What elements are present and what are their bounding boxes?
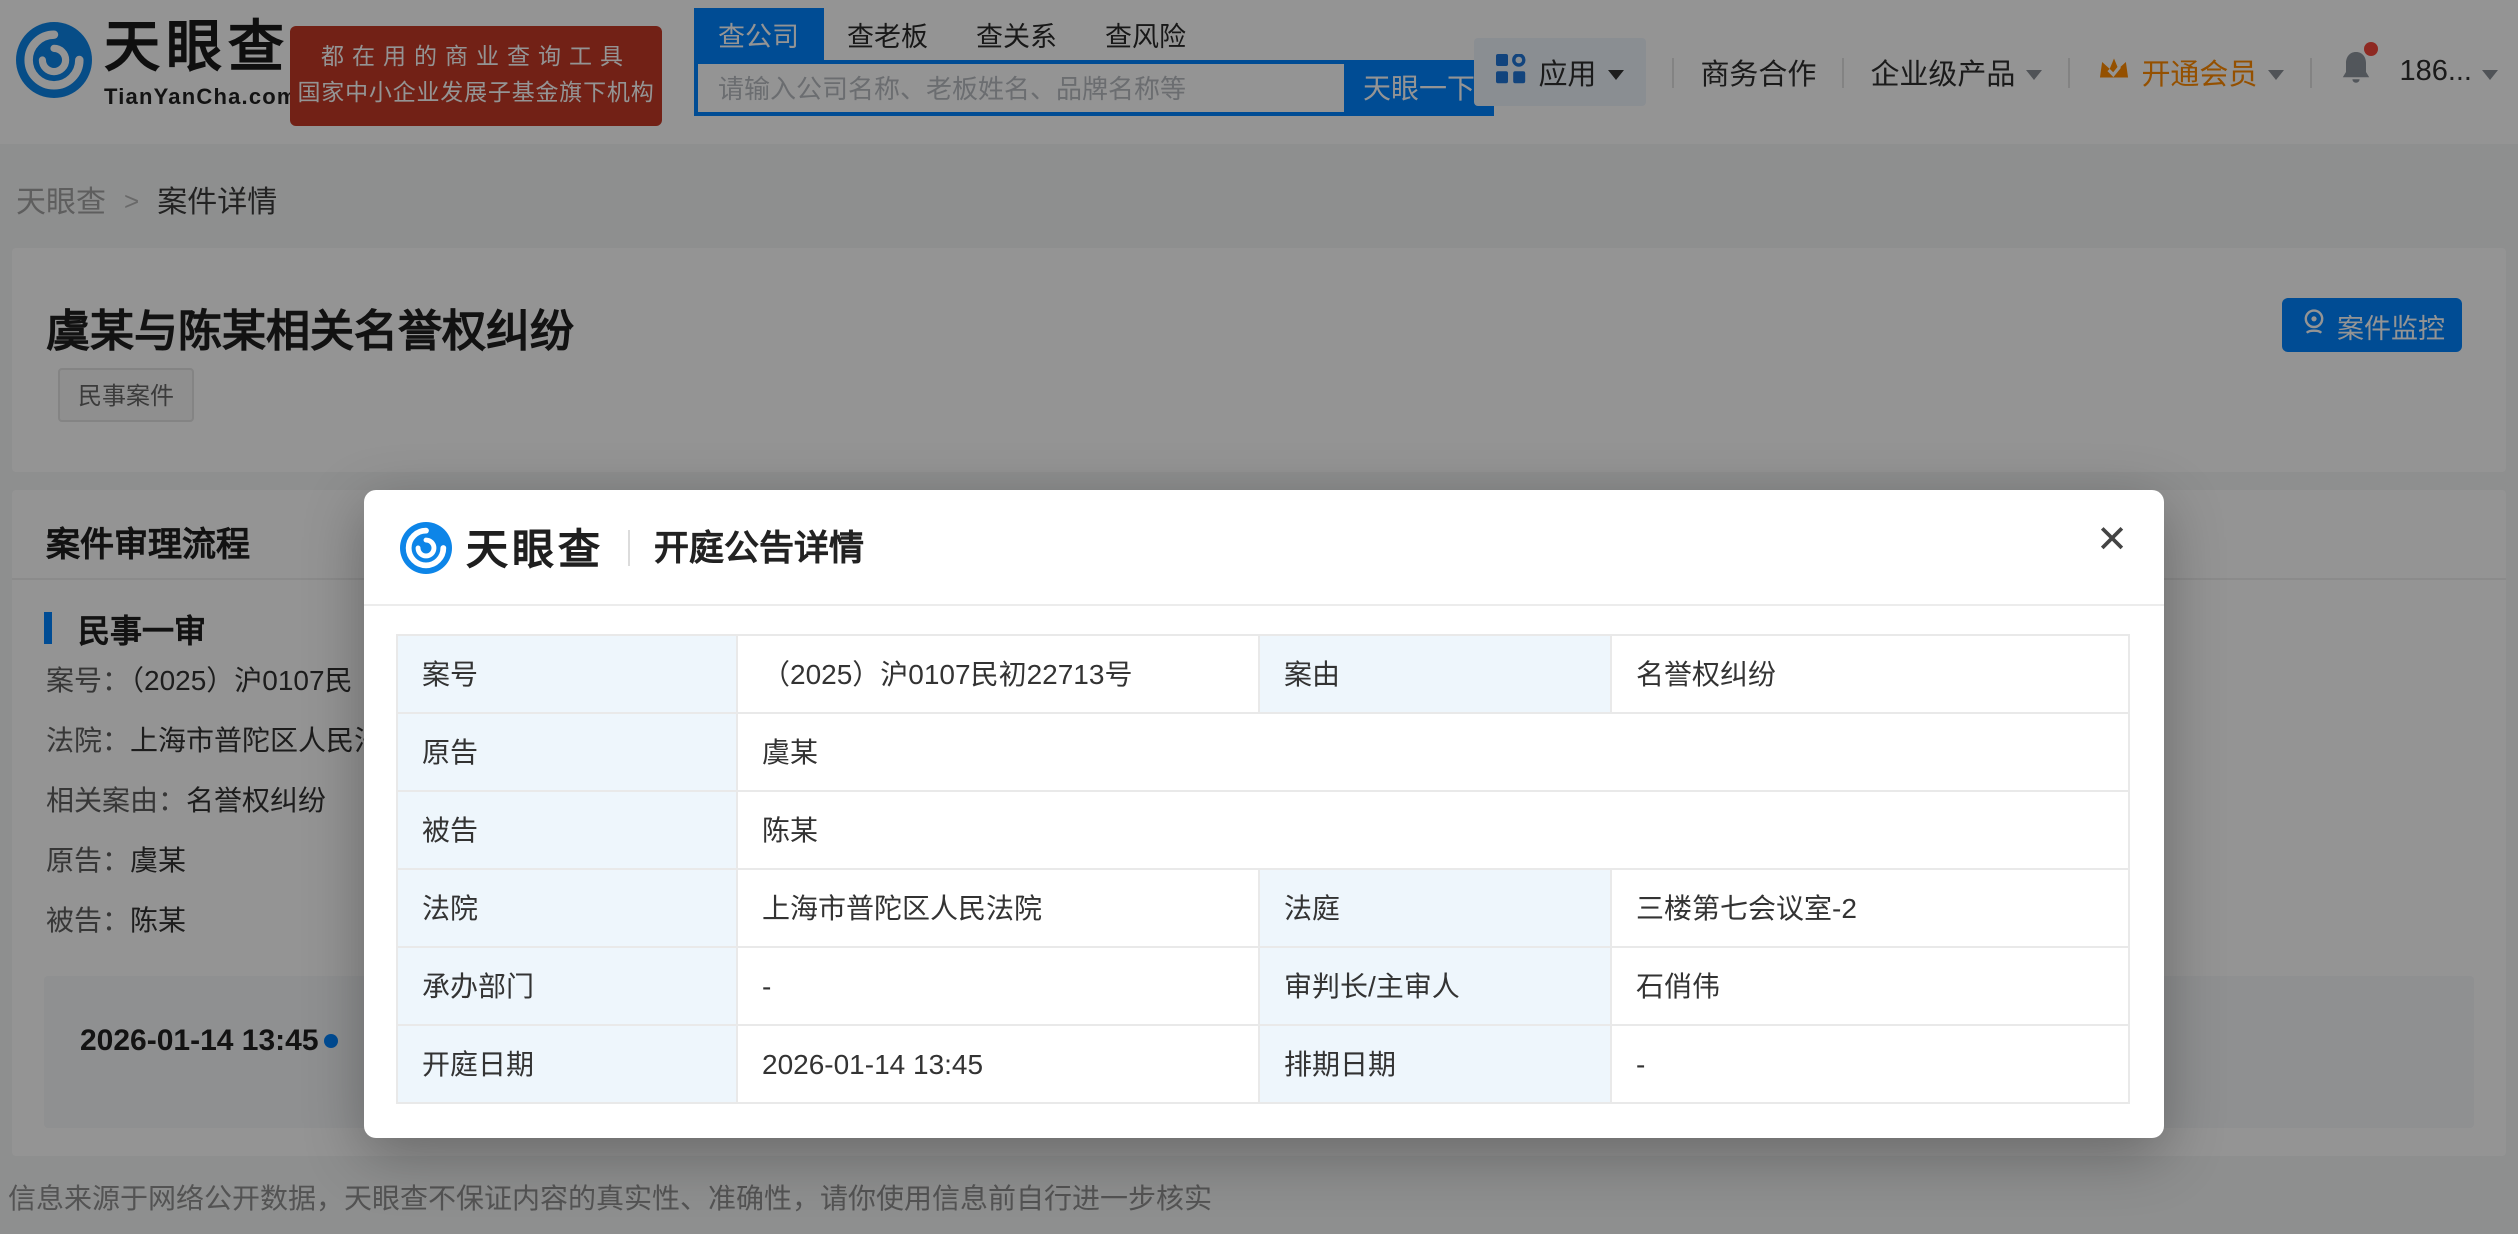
field-label: 开庭日期: [396, 1024, 738, 1104]
table-row: 承办部门 - 审判长/主审人 石俏伟: [396, 946, 2130, 1026]
field-label: 承办部门: [396, 946, 738, 1026]
screen: 天眼查 TianYanCha.com 都在用的商业查询工具 国家中小企业发展子基…: [0, 0, 2518, 1234]
field-value: 2026-01-14 13:45: [736, 1024, 1260, 1104]
field-label: 法庭: [1258, 868, 1612, 948]
field-label: 案由: [1258, 634, 1612, 714]
modal-header-divider: [628, 529, 630, 565]
field-label: 案号: [396, 634, 738, 714]
field-label: 被告: [396, 790, 738, 870]
field-value: 名誉权纠纷: [1610, 634, 2130, 714]
page: 天眼查 TianYanCha.com 都在用的商业查询工具 国家中小企业发展子基…: [0, 0, 2518, 1234]
field-label: 法院: [396, 868, 738, 948]
field-value: -: [1610, 1024, 2130, 1104]
table-row: 被告 陈某: [396, 790, 2130, 870]
field-label: 原告: [396, 712, 738, 792]
field-label: 审判长/主审人: [1258, 946, 1612, 1026]
field-value: 三楼第七会议室-2: [1610, 868, 2130, 948]
field-value: （2025）沪0107民初22713号: [736, 634, 1260, 714]
field-label: 排期日期: [1258, 1024, 1612, 1104]
field-value: 上海市普陀区人民法院: [736, 868, 1260, 948]
table-row: 原告 虞某: [396, 712, 2130, 792]
tianyancha-logo-icon: [400, 521, 452, 573]
table-row: 法院 上海市普陀区人民法院 法庭 三楼第七会议室-2: [396, 868, 2130, 948]
field-value: -: [736, 946, 1260, 1026]
table-row: 开庭日期 2026-01-14 13:45 排期日期 -: [396, 1024, 2130, 1104]
modal-header: 天眼查 开庭公告详情 ✕: [364, 490, 2164, 606]
field-value: 陈某: [736, 790, 2130, 870]
announcement-table: 案号 （2025）沪0107民初22713号 案由 名誉权纠纷 原告 虞某 被告…: [396, 634, 2130, 1104]
modal-brand: 天眼查: [466, 527, 604, 573]
field-value: 石俏伟: [1610, 946, 2130, 1026]
close-icon[interactable]: ✕: [2096, 522, 2128, 560]
modal-title: 开庭公告详情: [654, 528, 864, 568]
field-value: 虞某: [736, 712, 2130, 792]
table-row: 案号 （2025）沪0107民初22713号 案由 名誉权纠纷: [396, 634, 2130, 714]
court-announcement-modal: 天眼查 开庭公告详情 ✕ 案号 （2025）沪0107民初22713号 案由 名…: [364, 490, 2164, 1138]
